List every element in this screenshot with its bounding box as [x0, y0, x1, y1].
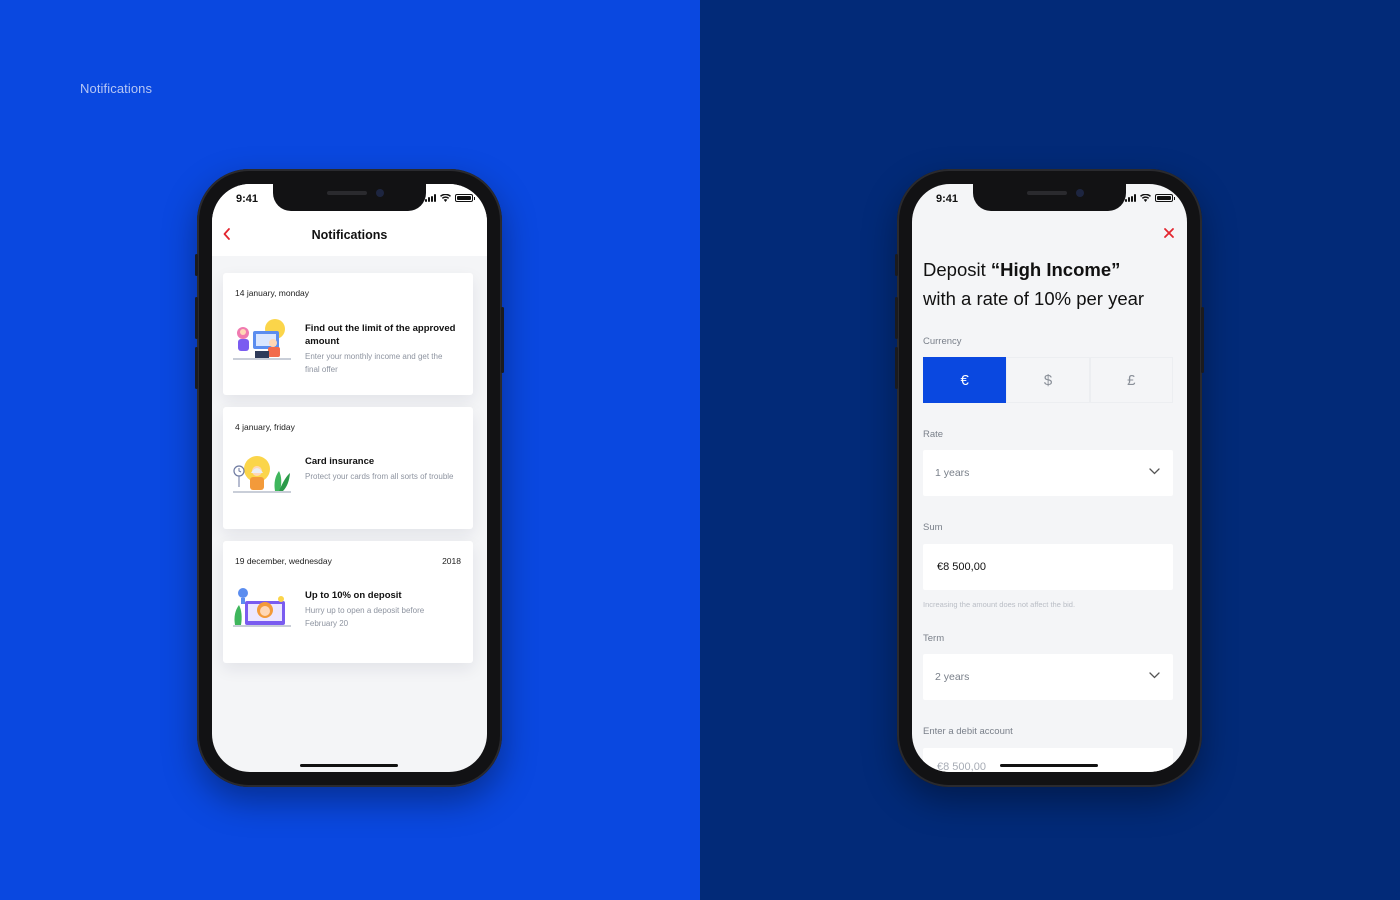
signal-icon — [1125, 194, 1136, 202]
battery-icon — [1155, 194, 1175, 202]
deposit-screen: 9:41 Deposit “High Income” with a rate o… — [912, 184, 1187, 772]
page-title: Notifications — [311, 228, 388, 242]
sum-hint: Increasing the amount does not affect th… — [923, 600, 1076, 609]
deposit-title-prefix: Deposit — [923, 259, 991, 280]
status-time: 9:41 — [236, 193, 259, 205]
signal-icon — [425, 194, 436, 202]
term-value: 2 years — [935, 671, 970, 683]
notifications-screen: 9:41 Notifications 14 january, monday Fi… — [212, 184, 487, 772]
chevron-down-icon — [1149, 672, 1160, 679]
volume-up-button — [895, 297, 898, 339]
notification-title: Find out the limit of the approved amoun… — [305, 323, 456, 347]
home-indicator[interactable] — [300, 764, 398, 767]
currency-label: Currency — [923, 336, 962, 347]
status-time: 9:41 — [936, 193, 959, 205]
notification-date: 19 december, wednesday — [235, 556, 332, 566]
power-button — [501, 307, 504, 373]
sum-input[interactable] — [937, 557, 1157, 577]
notification-card[interactable]: 19 december, wednesday 2018 Up to 10% on… — [223, 541, 473, 663]
notification-description: Hurry up to open a deposit before Februa… — [305, 606, 425, 628]
notification-title: Up to 10% on deposit — [305, 590, 402, 601]
notification-date: 4 january, friday — [235, 422, 295, 432]
debit-account-field — [923, 748, 1173, 772]
term-label: Term — [923, 633, 945, 644]
chevron-down-icon — [1149, 468, 1160, 475]
home-indicator[interactable] — [1000, 764, 1098, 767]
notification-description: Enter your monthly income and get the fi… — [305, 352, 443, 374]
mute-switch — [195, 254, 198, 276]
deposit-title: Deposit “High Income” with a rate of 10%… — [923, 255, 1173, 313]
volume-down-button — [195, 347, 198, 389]
notification-year: 2018 — [442, 556, 461, 566]
volume-up-button — [195, 297, 198, 339]
notification-date: 14 january, monday — [235, 288, 310, 298]
term-select[interactable]: 2 years — [923, 654, 1173, 700]
income-illustration-icon — [233, 319, 291, 360]
sum-label: Sum — [923, 522, 943, 533]
deposit-subtitle: with a rate of 10% per year — [923, 288, 1145, 309]
battery-icon — [455, 194, 475, 202]
nav-bar: Notifications — [212, 214, 487, 256]
volume-down-button — [895, 347, 898, 389]
debit-account-label: Enter a debit account — [923, 726, 1013, 737]
sum-field — [923, 544, 1173, 590]
wifi-icon — [440, 194, 451, 202]
rate-value: 1 years — [935, 467, 970, 479]
currency-selector: € $ £ — [923, 357, 1173, 403]
deposit-product-name: “High Income” — [990, 259, 1121, 280]
notification-card[interactable]: 4 january, friday Card insurance Protect… — [223, 407, 473, 529]
notification-description: Protect your cards from all sorts of tro… — [305, 472, 454, 481]
section-label: Notifications — [80, 81, 153, 96]
phone-frame-notifications: 9:41 Notifications 14 january, monday Fi… — [195, 169, 504, 787]
close-icon[interactable] — [1163, 227, 1175, 239]
notification-title: Card insurance — [305, 456, 375, 467]
mute-switch — [895, 254, 898, 276]
notch — [273, 184, 426, 211]
deposit-illustration-icon — [233, 588, 291, 627]
currency-option-pound[interactable]: £ — [1089, 357, 1173, 403]
insurance-illustration-icon — [233, 456, 291, 493]
notification-card[interactable]: 14 january, monday Find out the limit of… — [223, 273, 473, 395]
currency-option-dollar[interactable]: $ — [1006, 357, 1090, 403]
notch — [973, 184, 1126, 211]
rate-select[interactable]: 1 years — [923, 450, 1173, 496]
currency-option-euro[interactable]: € — [923, 357, 1007, 403]
wifi-icon — [1140, 194, 1151, 202]
rate-label: Rate — [923, 429, 944, 440]
phone-frame-deposit: 9:41 Deposit “High Income” with a rate o… — [895, 169, 1204, 787]
power-button — [1201, 307, 1204, 373]
